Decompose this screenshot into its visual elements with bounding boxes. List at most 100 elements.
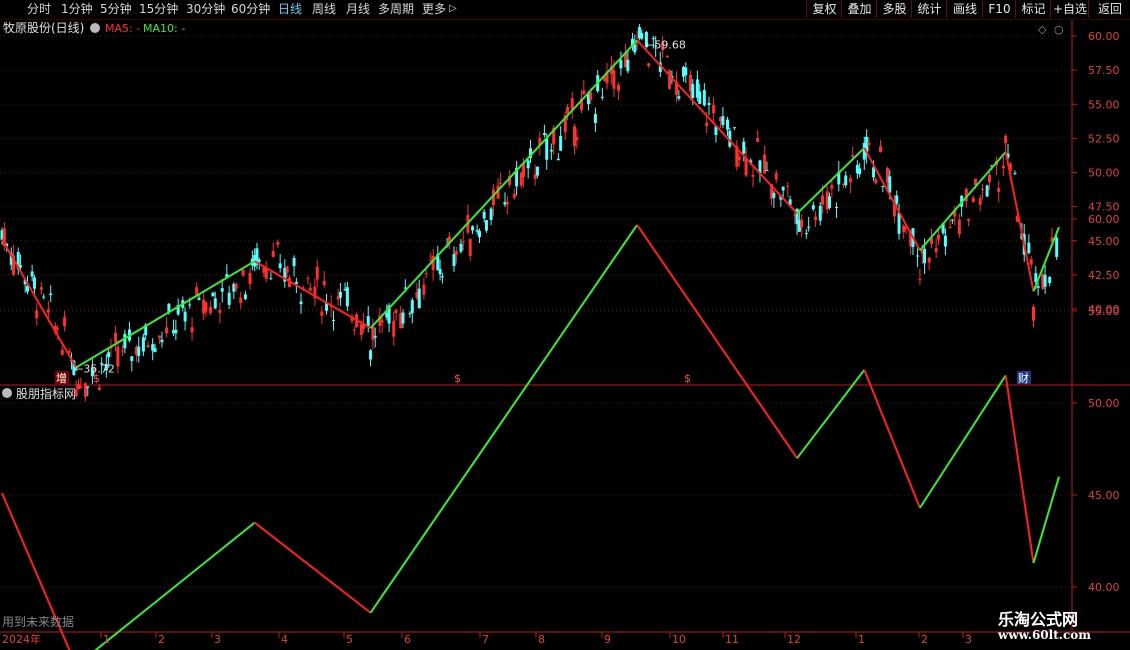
candle-body xyxy=(902,225,906,232)
indicator-title: 股朋指标网 xyxy=(16,386,76,401)
zigzag-segment-main xyxy=(919,151,1007,251)
zigzag-segment-indicator xyxy=(863,369,921,509)
zigzag-segment-indicator xyxy=(1032,476,1060,564)
candle-body xyxy=(158,335,162,339)
candle-body xyxy=(190,327,194,333)
candle-body xyxy=(211,292,215,297)
candle-body xyxy=(751,174,755,177)
candle-body xyxy=(482,211,486,219)
candle-body xyxy=(174,329,178,334)
candle-body xyxy=(83,383,87,397)
zigzag-segment-main xyxy=(1,238,78,368)
x-tick-label: 1 xyxy=(858,633,865,646)
candle-body xyxy=(665,55,669,57)
candle-body xyxy=(881,185,885,187)
candle-body xyxy=(1001,166,1005,169)
candle-body xyxy=(593,114,597,123)
candle-body xyxy=(153,348,157,353)
candle-body xyxy=(188,304,192,306)
candle-body xyxy=(276,241,280,245)
candle-body xyxy=(141,337,145,352)
candle-body xyxy=(1043,274,1047,287)
candle-body xyxy=(1032,306,1036,321)
candle-body xyxy=(834,206,838,208)
watermark-logo: 乐淘公式网 www.60lt.com xyxy=(990,606,1120,646)
candle-body xyxy=(227,292,231,305)
candle-body xyxy=(721,116,725,125)
candle-body xyxy=(1013,173,1017,175)
candle-body xyxy=(394,309,398,313)
candle-body xyxy=(549,149,553,152)
diamond-icon: ◇ xyxy=(1038,23,1047,36)
candle-body xyxy=(271,250,275,257)
candle-body xyxy=(807,226,811,228)
candle-body xyxy=(818,205,822,221)
candle-body xyxy=(971,197,975,202)
x-tick-label: 5 xyxy=(346,633,353,646)
candle-body xyxy=(559,135,563,151)
candle-body xyxy=(957,219,961,235)
zigzag-segment-indicator xyxy=(636,224,798,459)
candle-body xyxy=(726,119,730,130)
candle-body xyxy=(948,227,952,229)
candle-body xyxy=(86,386,90,388)
candle-body xyxy=(978,198,982,205)
candle-body xyxy=(160,339,164,343)
candle-body xyxy=(352,329,356,331)
candle-body xyxy=(461,241,465,243)
candle-body xyxy=(308,287,312,291)
candle-body xyxy=(874,179,878,184)
candle-body xyxy=(468,238,472,256)
candle-body xyxy=(589,92,593,101)
candle-body xyxy=(612,70,616,89)
candle-body xyxy=(146,345,150,348)
candle-body xyxy=(459,243,463,252)
candle-body xyxy=(1055,237,1059,257)
candle-body xyxy=(322,280,326,286)
candle-body xyxy=(987,174,991,183)
candle-body xyxy=(1027,242,1031,254)
ma5-label: MA5: - xyxy=(105,22,140,35)
candle-body xyxy=(542,133,546,135)
candle-body xyxy=(417,288,421,309)
y-tick-label-indicator: 50.00 xyxy=(1088,397,1120,410)
candle-body xyxy=(489,208,493,220)
candle-body xyxy=(774,173,778,180)
y-tick-label-main: 42.50 xyxy=(1088,269,1120,282)
candle-body xyxy=(505,201,509,205)
candle-body xyxy=(647,63,651,66)
candle-body xyxy=(401,312,405,324)
candle-body xyxy=(848,178,852,183)
candle-body xyxy=(800,219,804,228)
event-marker-1: $ xyxy=(93,372,100,385)
candle-body xyxy=(830,185,834,189)
candle-body xyxy=(209,306,213,313)
candle-body xyxy=(918,279,922,281)
candle-body xyxy=(306,278,310,280)
candle-body xyxy=(248,273,252,285)
watermark-title: 乐淘公式网 xyxy=(998,610,1079,629)
candle-body xyxy=(79,386,83,388)
candle-body xyxy=(858,168,862,175)
candle-body xyxy=(923,248,927,264)
candle-body xyxy=(137,346,141,357)
candle-body xyxy=(566,106,570,114)
candle-body xyxy=(691,84,695,99)
candle-body xyxy=(114,332,118,343)
x-tick-label: 4 xyxy=(281,633,288,646)
x-tick-label: 11 xyxy=(725,633,739,646)
candle-body xyxy=(765,170,769,172)
candle-body xyxy=(556,158,560,161)
candle-body xyxy=(320,311,324,316)
candle-body xyxy=(633,44,637,53)
y-tick-label-main: 57.50 xyxy=(1088,64,1120,77)
candle-body xyxy=(74,389,78,396)
x-tick-label: 2 xyxy=(158,633,165,646)
candle-body xyxy=(30,271,34,277)
zigzag-segment-main xyxy=(636,39,798,215)
candle-body xyxy=(756,138,760,142)
candle-body xyxy=(285,266,289,273)
candle-body xyxy=(498,182,502,184)
candle-body xyxy=(60,349,64,355)
dropdown-icon xyxy=(90,23,100,33)
